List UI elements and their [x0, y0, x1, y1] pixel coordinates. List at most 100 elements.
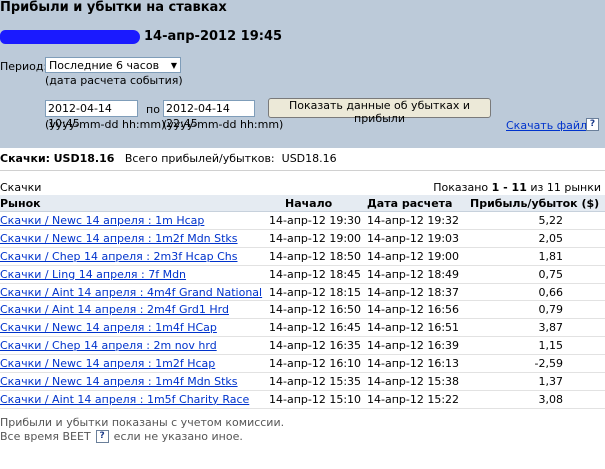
pl-cell: 3,08: [538, 392, 564, 406]
table-row: Скачки / Chep 14 апреля : 2m3f Hcap Chs 1…: [0, 248, 605, 266]
pl-cell: 1,37: [538, 374, 564, 388]
table-row: Скачки / Aint 14 апреля : 4m4f Grand Nat…: [0, 284, 605, 302]
date-from-input[interactable]: 2012-04-14 10:45: [45, 100, 138, 130]
market-cell: Скачки / Newc 14 апреля : 1m2f Hcap: [0, 357, 265, 370]
pl-cell: 1,15: [538, 339, 564, 353]
settled-cell: 14-апр-12 15:22: [367, 392, 460, 406]
settled-cell: 14-апр-12 16:39: [367, 339, 460, 353]
pl-cell: 0,79: [538, 303, 564, 317]
footer-timezone-note: Все время BEET ? если не указано иное.: [0, 430, 243, 443]
help-icon[interactable]: ?: [95, 430, 109, 443]
shown-range: 1 - 11: [491, 181, 527, 194]
market-link[interactable]: Скачки / Chep 14 апреля : 2m nov hrd: [0, 339, 217, 352]
market-link[interactable]: Скачки / Aint 14 апреля : 1m5f Charity R…: [0, 393, 249, 406]
pl-cell: -2,59: [534, 357, 563, 371]
show-pl-button[interactable]: Показать данные об убытках и прибыли: [268, 98, 491, 125]
table-row: Скачки / Aint 14 апреля : 1m5f Charity R…: [0, 391, 605, 409]
start-cell: 14-апр-12 18:50: [269, 249, 362, 263]
market-link[interactable]: Скачки / Newc 14 апреля : 1m2f Mdn Stks: [0, 232, 238, 245]
pl-cell: 0,66: [538, 285, 564, 299]
table-row: Скачки / Newc 14 апреля : 1m2f Mdn Stks 1…: [0, 230, 605, 248]
header-market: Рынок: [0, 196, 41, 210]
start-cell: 14-апр-12 16:35: [269, 339, 362, 353]
page-title: Прибыли и убытки на ставках: [0, 0, 227, 15]
market-link[interactable]: Скачки / Chep 14 апреля : 2m3f Hcap Chs: [0, 250, 237, 263]
market-link[interactable]: Скачки / Newc 14 апреля : 1m2f Hcap: [0, 357, 215, 370]
market-link[interactable]: Скачки / Ling 14 апреля : 7f Mdn: [0, 268, 186, 281]
start-cell: 14-апр-12 18:15: [269, 285, 362, 299]
market-cell: Скачки / Ling 14 апреля : 7f Mdn: [0, 268, 265, 281]
market-cell: Скачки / Newc 14 апреля : 1m2f Mdn Stks: [0, 232, 265, 245]
pl-cell: 3,87: [538, 321, 564, 335]
report-time: 14-апр-2012 19:45: [144, 29, 283, 44]
table-row: Скачки / Newc 14 апреля : 1m4f Mdn Stks 1…: [0, 373, 605, 391]
market-cell: Скачки / Newc 14 апреля : 1m4f HCap: [0, 321, 265, 334]
date-to-format-hint: (yyyy-mm-dd hh:mm): [163, 118, 284, 131]
footer-note-suffix: если не указано иное.: [113, 430, 243, 443]
pl-cell: 0,75: [538, 267, 564, 281]
start-cell: 14-апр-12 16:10: [269, 357, 362, 371]
market-link[interactable]: Скачки / Newc 14 апреля : 1m4f HCap: [0, 321, 217, 334]
table-row: Скачки / Chep 14 апреля : 2m nov hrd 14-а…: [0, 337, 605, 356]
market-link[interactable]: Скачки / Aint 14 апреля : 2m4f Grd1 Hrd: [0, 303, 229, 316]
start-cell: 14-апр-12 18:45: [269, 267, 362, 281]
pl-table: Рынок Начало Дата расчета Прибыль/убыток…: [0, 195, 605, 409]
table-row: Скачки / Newc 14 апреля : 1m Hcap 14-апр-…: [0, 212, 605, 230]
settled-cell: 14-апр-12 16:13: [367, 357, 460, 371]
table-row: Скачки / Aint 14 апреля : 2m4f Grd1 Hrd 1…: [0, 301, 605, 320]
summary-category-label: Скачки:: [0, 152, 51, 165]
pagination-info: Показано 1 - 11 из 11 рынки: [433, 181, 601, 194]
date-to-label: по: [146, 103, 160, 116]
divider: [0, 170, 605, 171]
start-cell: 14-апр-12 16:45: [269, 321, 362, 335]
table-row: Скачки / Newc 14 апреля : 1m2f Hcap 14-ап…: [0, 355, 605, 374]
date-from-format-hint: (yyyy-mm-dd hh:mm): [45, 118, 166, 131]
date-to-input[interactable]: 2012-04-14 22:45: [163, 100, 255, 130]
header-start: Начало: [285, 196, 333, 210]
period-hint: (дата расчета события): [45, 74, 183, 87]
market-link[interactable]: Скачки / Newc 14 апреля : 1m4f Mdn Stks: [0, 375, 238, 388]
footer-commission-note: Прибыли и убытки показаны с учетом комис…: [0, 416, 285, 429]
settled-cell: 14-апр-12 19:03: [367, 231, 460, 245]
list-category-title: Скачки: [0, 181, 42, 194]
download-file-link[interactable]: Скачать файл: [506, 119, 587, 132]
market-cell: Скачки / Aint 14 апреля : 2m4f Grd1 Hrd: [0, 303, 265, 316]
table-row: Скачки / Newc 14 апреля : 1m4f HCap 14-ап…: [0, 319, 605, 338]
settled-cell: 14-апр-12 16:51: [367, 321, 460, 335]
settled-cell: 14-апр-12 19:32: [367, 213, 460, 227]
table-header: Рынок Начало Дата расчета Прибыль/убыток…: [0, 195, 605, 212]
chevron-down-icon[interactable]: ▼: [168, 61, 180, 70]
summary-total-label: Всего прибылей/убытков:: [124, 152, 275, 165]
header-pl: Прибыль/убыток ($): [470, 196, 600, 210]
shown-prefix: Показано: [433, 181, 489, 194]
settled-cell: 14-апр-12 18:49: [367, 267, 460, 281]
market-link[interactable]: Скачки / Aint 14 апреля : 4m4f Grand Nat…: [0, 286, 262, 299]
settled-cell: 14-апр-12 18:37: [367, 285, 460, 299]
start-cell: 14-апр-12 15:10: [269, 392, 362, 406]
period-label: Период:: [0, 60, 48, 73]
market-cell: Скачки / Aint 14 апреля : 1m5f Charity R…: [0, 393, 265, 406]
period-select[interactable]: Последние 6 часов ▼: [45, 57, 181, 73]
start-cell: 14-апр-12 19:00: [269, 231, 362, 245]
market-cell: Скачки / Chep 14 апреля : 2m3f Hcap Chs: [0, 250, 265, 263]
summary-line: Скачки: USD18.16 Всего прибылей/убытков:…: [0, 152, 337, 165]
filter-panel: Прибыли и убытки на ставках 14-апр-2012 …: [0, 0, 605, 148]
help-icon[interactable]: ?: [586, 118, 599, 131]
redacted-username: [0, 30, 140, 44]
market-cell: Скачки / Newc 14 апреля : 1m4f Mdn Stks: [0, 375, 265, 388]
pl-cell: 1,81: [538, 249, 564, 263]
footer-note-prefix: Все время BEET: [0, 430, 91, 443]
table-row: Скачки / Ling 14 апреля : 7f Mdn 14-апр-1…: [0, 266, 605, 284]
start-cell: 14-апр-12 16:50: [269, 303, 362, 317]
period-select-value: Последние 6 часов: [49, 58, 160, 72]
header-settled: Дата расчета: [367, 196, 453, 210]
market-cell: Скачки / Aint 14 апреля : 4m4f Grand Nat…: [0, 286, 265, 299]
pl-cell: 2,05: [538, 231, 564, 245]
shown-of: из 11 рынки: [530, 181, 601, 194]
pl-cell: 5,22: [538, 213, 564, 227]
start-cell: 14-апр-12 19:30: [269, 213, 362, 227]
start-cell: 14-апр-12 15:35: [269, 374, 362, 388]
market-link[interactable]: Скачки / Newc 14 апреля : 1m Hcap: [0, 214, 204, 227]
market-cell: Скачки / Newc 14 апреля : 1m Hcap: [0, 214, 265, 227]
summary-category-amount: USD18.16: [53, 152, 115, 165]
